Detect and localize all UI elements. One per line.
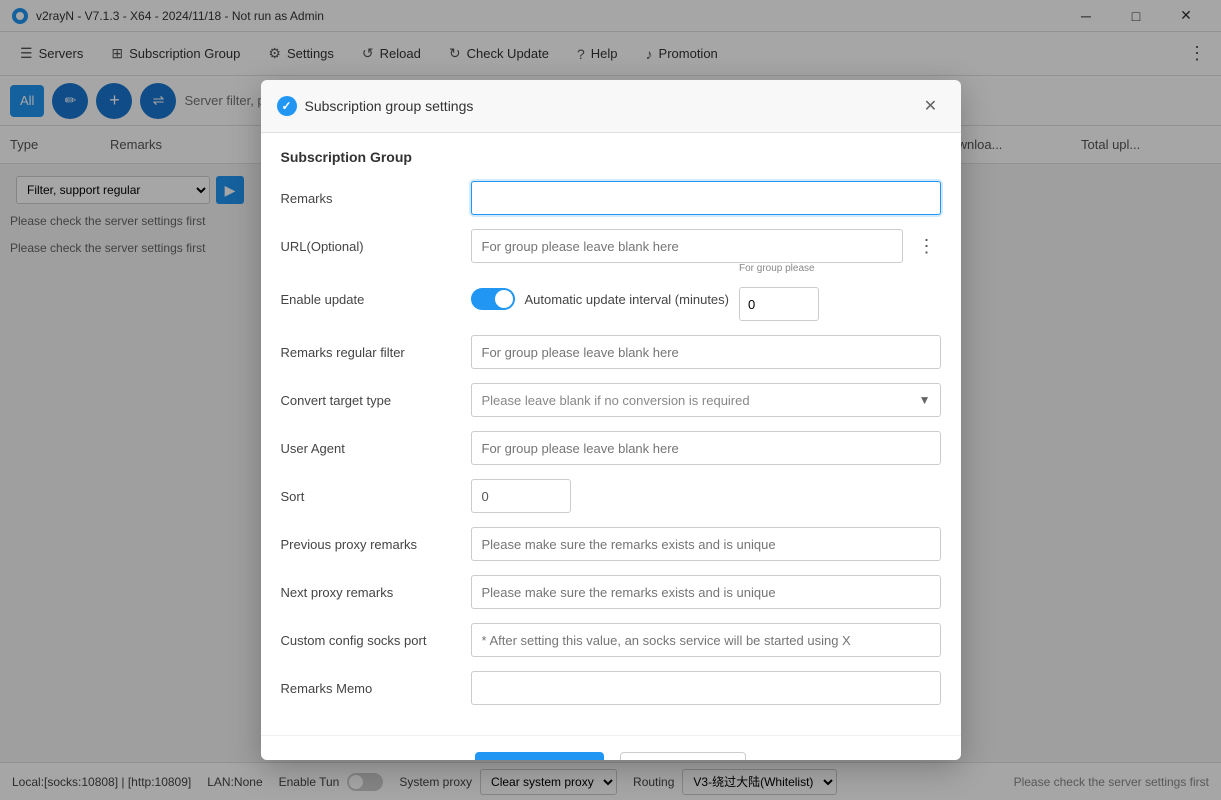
user-agent-label: User Agent [281, 441, 461, 456]
update-controls: Automatic update interval (minutes) For … [471, 277, 941, 321]
interval-note: For group please [739, 263, 815, 274]
convert-target-select-wrapper: Please leave blank if no conversion is r… [471, 383, 941, 417]
custom-socks-input[interactable] [471, 623, 941, 657]
remarks-row: Remarks [281, 181, 941, 215]
prev-proxy-input[interactable] [471, 527, 941, 561]
remarks-filter-input[interactable] [471, 335, 941, 369]
prev-proxy-label: Previous proxy remarks [281, 537, 461, 552]
modal-title: Subscription group settings [305, 98, 917, 114]
cancel-button[interactable]: Cancel [620, 752, 746, 760]
sort-label: Sort [281, 489, 461, 504]
custom-socks-label: Custom config socks port [281, 633, 461, 648]
remarks-label: Remarks [281, 191, 461, 206]
prev-proxy-row: Previous proxy remarks [281, 527, 941, 561]
sort-input[interactable] [471, 479, 571, 513]
convert-target-row: Convert target type Please leave blank i… [281, 383, 941, 417]
enable-update-toggle[interactable] [471, 288, 515, 310]
confirm-button[interactable]: Confirm [475, 752, 604, 760]
convert-target-label: Convert target type [281, 393, 461, 408]
next-proxy-row: Next proxy remarks [281, 575, 941, 609]
remarks-filter-label: Remarks regular filter [281, 345, 461, 360]
remarks-filter-row: Remarks regular filter [281, 335, 941, 369]
enable-update-label: Enable update [281, 292, 461, 307]
enable-update-row: Enable update Automatic update interval … [281, 277, 941, 321]
modal-footer: Confirm Cancel [261, 735, 961, 760]
modal-body: Subscription Group Remarks URL(Optional)… [261, 133, 961, 735]
remarks-memo-input[interactable] [471, 671, 941, 705]
modal-close-button[interactable]: ✕ [917, 92, 945, 120]
user-agent-input[interactable] [471, 431, 941, 465]
remarks-memo-row: Remarks Memo [281, 671, 941, 705]
remarks-input[interactable] [471, 181, 941, 215]
url-more-button[interactable]: ⋮ [913, 232, 941, 260]
next-proxy-input[interactable] [471, 575, 941, 609]
custom-socks-row: Custom config socks port [281, 623, 941, 657]
modal-section-title: Subscription Group [281, 149, 941, 165]
next-proxy-label: Next proxy remarks [281, 585, 461, 600]
interval-input[interactable] [739, 287, 819, 321]
interval-label: Automatic update interval (minutes) [525, 292, 729, 307]
url-label: URL(Optional) [281, 239, 461, 254]
user-agent-row: User Agent [281, 431, 941, 465]
modal-header-icon: ✓ [277, 96, 297, 116]
convert-target-select[interactable]: Please leave blank if no conversion is r… [471, 383, 941, 417]
modal-overlay: ✓ Subscription group settings ✕ Subscrip… [0, 0, 1221, 800]
interval-group: For group please [739, 277, 819, 321]
remarks-memo-label: Remarks Memo [281, 681, 461, 696]
sort-row: Sort [281, 479, 941, 513]
url-input[interactable] [471, 229, 903, 263]
modal-header: ✓ Subscription group settings ✕ [261, 80, 961, 133]
subscription-group-modal: ✓ Subscription group settings ✕ Subscrip… [261, 80, 961, 760]
url-row: URL(Optional) ⋮ [281, 229, 941, 263]
